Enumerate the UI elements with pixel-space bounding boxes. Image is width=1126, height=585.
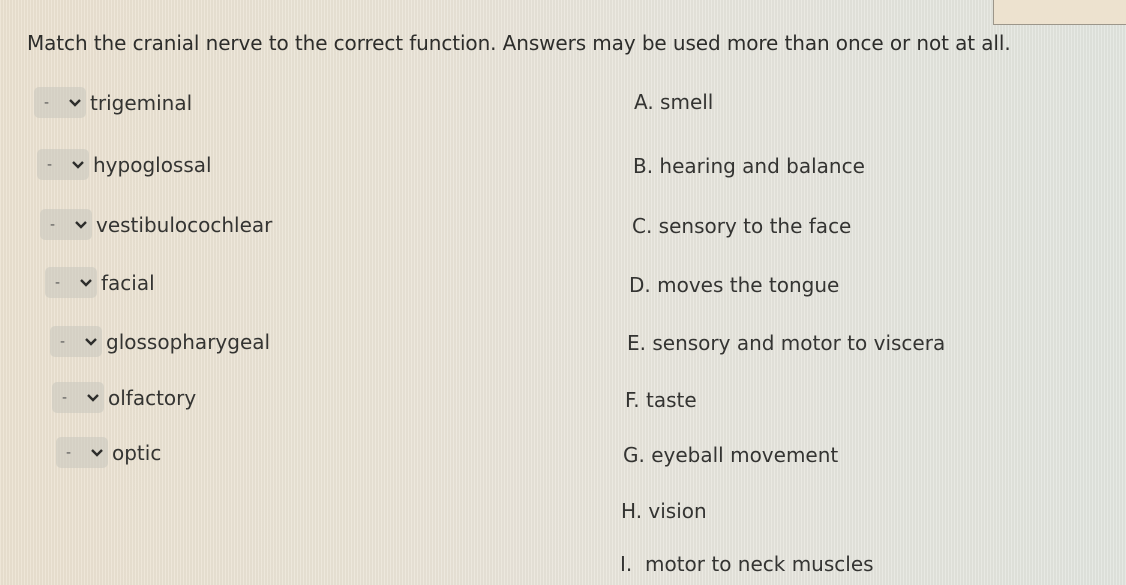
nerve-label: vestibulocochlear bbox=[96, 212, 273, 237]
match-row-olfactory: - olfactory bbox=[52, 382, 196, 413]
answer-dropdown[interactable]: - bbox=[52, 382, 104, 413]
answer-dropdown[interactable]: - bbox=[34, 87, 86, 118]
selected-value: - bbox=[47, 156, 53, 173]
option-f: F. taste bbox=[625, 388, 697, 412]
top-right-box bbox=[993, 0, 1126, 25]
match-row-glossopharygeal: - glossopharygeal bbox=[50, 326, 270, 357]
selected-value: - bbox=[50, 216, 56, 233]
answer-dropdown[interactable]: - bbox=[37, 149, 89, 180]
selected-value: - bbox=[60, 333, 66, 350]
match-row-hypoglossal: - hypoglossal bbox=[37, 149, 212, 180]
answer-dropdown[interactable]: - bbox=[45, 267, 97, 298]
match-row-vestibulocochlear: - vestibulocochlear bbox=[40, 209, 272, 240]
answer-dropdown[interactable]: - bbox=[40, 209, 92, 240]
match-row-facial: - facial bbox=[45, 267, 155, 298]
answer-dropdown[interactable]: - bbox=[56, 437, 108, 468]
nerve-label: optic bbox=[112, 440, 162, 465]
option-h: H. vision bbox=[621, 499, 707, 523]
selected-value: - bbox=[44, 94, 50, 111]
chevron-down-icon bbox=[69, 98, 81, 107]
selected-value: - bbox=[62, 389, 68, 406]
option-d: D. moves the tongue bbox=[629, 273, 840, 297]
chevron-down-icon bbox=[75, 220, 87, 229]
chevron-down-icon bbox=[80, 278, 92, 287]
nerve-label: facial bbox=[101, 270, 155, 295]
chevron-down-icon bbox=[91, 448, 103, 457]
answer-dropdown[interactable]: - bbox=[50, 326, 102, 357]
option-c: C. sensory to the face bbox=[632, 214, 852, 238]
match-row-optic: - optic bbox=[56, 437, 161, 468]
option-i: I. motor to neck muscles bbox=[620, 552, 874, 576]
selected-value: - bbox=[55, 274, 61, 291]
chevron-down-icon bbox=[85, 337, 97, 346]
nerve-label: trigeminal bbox=[90, 90, 193, 115]
nerve-label: hypoglossal bbox=[93, 152, 212, 177]
option-b: B. hearing and balance bbox=[633, 154, 865, 178]
selected-value: - bbox=[66, 444, 72, 461]
option-e: E. sensory and motor to viscera bbox=[627, 331, 946, 355]
nerve-label: olfactory bbox=[108, 385, 197, 410]
nerve-label: glossopharygeal bbox=[106, 329, 271, 354]
option-g: G. eyeball movement bbox=[623, 443, 839, 467]
question-prompt: Match the cranial nerve to the correct f… bbox=[27, 31, 1011, 55]
match-row-trigeminal: - trigeminal bbox=[34, 87, 192, 118]
option-a: A. smell bbox=[634, 90, 714, 114]
chevron-down-icon bbox=[72, 160, 84, 169]
chevron-down-icon bbox=[87, 393, 99, 402]
